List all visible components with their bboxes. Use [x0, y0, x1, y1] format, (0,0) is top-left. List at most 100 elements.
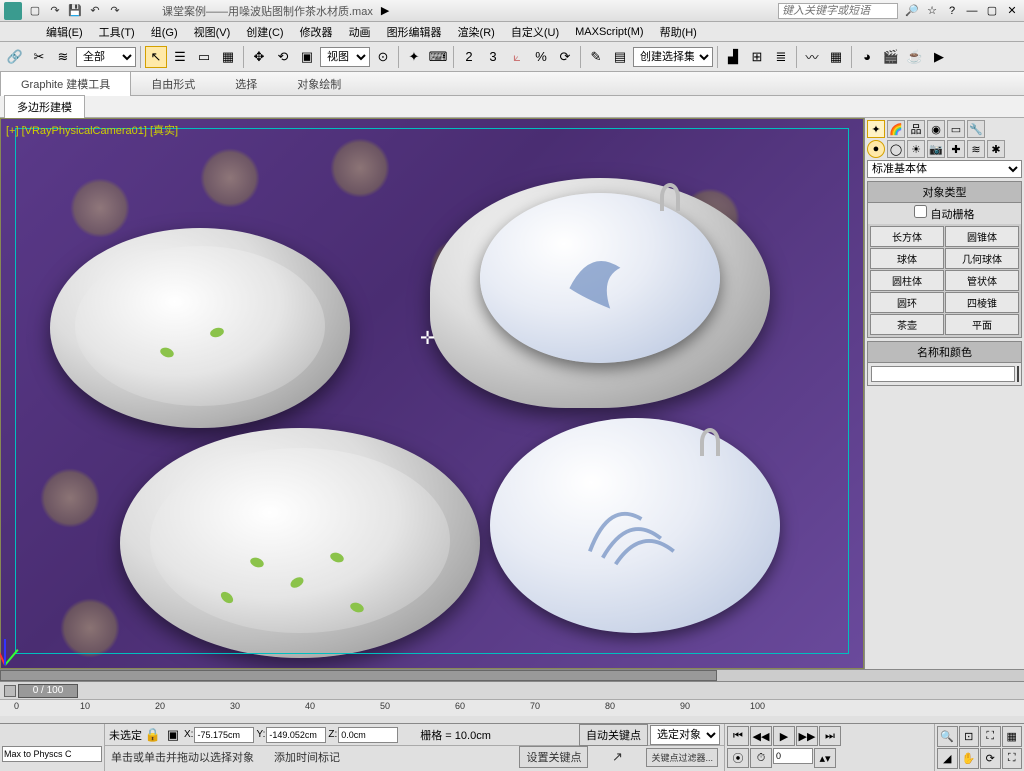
timeline-toggle-icon[interactable] [4, 685, 16, 697]
teapot-button[interactable]: 茶壶 [870, 314, 944, 335]
sphere-button[interactable]: 球体 [870, 248, 944, 269]
time-tag-prompt[interactable]: 添加时间标记 [274, 749, 340, 765]
select-by-name-icon[interactable]: ☰ [169, 46, 191, 68]
unlink-icon[interactable]: ✂ [28, 46, 50, 68]
ribbon-tab-freeform[interactable]: 自由形式 [131, 72, 215, 96]
viewport[interactable]: [+] [VRayPhysicalCamera01] [真实] ✛ [0, 118, 864, 669]
layers-icon[interactable]: ≣ [770, 46, 792, 68]
shapes-icon[interactable]: ◯ [887, 140, 905, 158]
play-icon[interactable]: ▶ [381, 4, 389, 17]
helpers-icon[interactable]: ✚ [947, 140, 965, 158]
play-anim-icon[interactable]: ▶ [773, 726, 795, 746]
select-object-icon[interactable]: ↖ [145, 46, 167, 68]
coord-z-input[interactable] [338, 727, 398, 743]
viewport-label[interactable]: [+] [VRayPhysicalCamera01] [真实] [6, 122, 178, 138]
orbit-icon[interactable]: ⟳ [980, 748, 1001, 769]
help-search-input[interactable] [778, 3, 898, 19]
new-file-icon[interactable]: ▢ [28, 4, 42, 18]
ref-coord-select[interactable]: 视图 [320, 47, 370, 67]
autogrid-checkbox[interactable]: 自动栅格 [867, 203, 1022, 224]
spacewarps-icon[interactable]: ≋ [967, 140, 985, 158]
object-type-rollout[interactable]: 对象类型 [867, 181, 1022, 203]
systems-icon[interactable]: ✱ [987, 140, 1005, 158]
named-sel-sets-icon[interactable]: ▤ [609, 46, 631, 68]
zoom-icon[interactable]: 🔍 [937, 726, 958, 747]
edit-named-sel-icon[interactable]: ✎ [585, 46, 607, 68]
primitive-category-select[interactable]: 标准基本体 [867, 160, 1022, 178]
coord-x-input[interactable] [194, 727, 254, 743]
zoom-extents-icon[interactable]: ⛶ [980, 726, 1001, 747]
render-frame-icon[interactable]: ☕ [904, 46, 926, 68]
select-region-icon[interactable]: ▭ [193, 46, 215, 68]
use-center-icon[interactable]: ⊙ [372, 46, 394, 68]
percent-snap-icon[interactable]: % [530, 46, 552, 68]
menu-group[interactable]: 组(G) [145, 22, 184, 42]
geometry-icon[interactable]: ● [867, 140, 885, 158]
ribbon-tab-paint[interactable]: 对象绘制 [277, 72, 361, 96]
menu-render[interactable]: 渲染(R) [452, 22, 501, 42]
goto-end-icon[interactable]: ⏭ [819, 726, 841, 746]
mirror-icon[interactable]: ▟ [722, 46, 744, 68]
tube-button[interactable]: 管状体 [945, 270, 1019, 291]
zoom-all-icon[interactable]: ⊡ [959, 726, 980, 747]
window-crossing-icon[interactable]: ▦ [217, 46, 239, 68]
menu-tools[interactable]: 工具(T) [93, 22, 141, 42]
menu-graph[interactable]: 图形编辑器 [381, 22, 448, 42]
time-config-icon[interactable]: ⏱ [750, 748, 772, 768]
pyramid-button[interactable]: 四棱锥 [945, 292, 1019, 313]
ribbon-tab-selection[interactable]: 选择 [215, 72, 277, 96]
open-file-icon[interactable]: ↷ [48, 4, 62, 18]
fov-icon[interactable]: ◢ [937, 748, 958, 769]
hierarchy-panel-icon[interactable]: 品 [907, 120, 925, 138]
spinner-snap-icon[interactable]: ⟳ [554, 46, 576, 68]
render-icon[interactable]: ▶ [928, 46, 950, 68]
rotate-icon[interactable]: ⟲ [272, 46, 294, 68]
align-icon[interactable]: ⊞ [746, 46, 768, 68]
maxscript-listener[interactable] [2, 746, 102, 762]
object-color-swatch[interactable] [1017, 366, 1019, 382]
time-slider[interactable]: 0 / 100 [18, 684, 78, 698]
cylinder-button[interactable]: 圆柱体 [870, 270, 944, 291]
material-editor-icon[interactable]: ◕ [856, 46, 878, 68]
move-icon[interactable]: ✥ [248, 46, 270, 68]
save-file-icon[interactable]: 💾 [68, 4, 82, 18]
favorite-icon[interactable]: ☆ [924, 4, 940, 18]
lights-icon[interactable]: ☀ [907, 140, 925, 158]
object-name-input[interactable] [871, 366, 1015, 382]
minimize-icon[interactable]: — [964, 4, 980, 18]
utilities-panel-icon[interactable]: 🔧 [967, 120, 985, 138]
setkey-button[interactable]: 设置关键点 [519, 746, 588, 768]
display-panel-icon[interactable]: ▭ [947, 120, 965, 138]
schematic-view-icon[interactable]: ▦ [825, 46, 847, 68]
search-icon[interactable]: 🔎 [904, 4, 920, 18]
coord-y-input[interactable] [266, 727, 326, 743]
cameras-icon[interactable]: 📷 [927, 140, 945, 158]
selection-filter-select[interactable]: 全部 [76, 47, 136, 67]
pan-icon[interactable]: ✋ [959, 748, 980, 769]
key-mode-icon[interactable]: ↗ [608, 749, 626, 765]
menu-create[interactable]: 创建(C) [240, 22, 289, 42]
geosphere-button[interactable]: 几何球体 [945, 248, 1019, 269]
link-icon[interactable]: 🔗 [4, 46, 26, 68]
name-color-rollout[interactable]: 名称和颜色 [867, 341, 1022, 363]
key-mode-toggle-icon[interactable]: ⦿ [727, 748, 749, 768]
scale-icon[interactable]: ▣ [296, 46, 318, 68]
zoom-extents-all-icon[interactable]: ▦ [1002, 726, 1023, 747]
menu-views[interactable]: 视图(V) [188, 22, 237, 42]
snap-2d-icon[interactable]: 2 [458, 46, 480, 68]
ribbon-tab-graphite[interactable]: Graphite 建模工具 [0, 71, 131, 96]
viewport-scrollbar[interactable] [0, 669, 1024, 681]
help-icon[interactable]: ? [944, 4, 960, 18]
modify-panel-icon[interactable]: 🌈 [887, 120, 905, 138]
box-button[interactable]: 长方体 [870, 226, 944, 247]
named-selection-select[interactable]: 创建选择集 [633, 47, 713, 67]
plane-button[interactable]: 平面 [945, 314, 1019, 335]
next-frame-icon[interactable]: ▶▶ [796, 726, 818, 746]
isolate-icon[interactable]: ▣ [164, 727, 182, 743]
goto-start-icon[interactable]: ⏮ [727, 726, 749, 746]
frame-spinner-icon[interactable]: ▴▾ [814, 748, 836, 768]
max-toggle-icon[interactable]: ⛶ [1002, 748, 1023, 769]
menu-help[interactable]: 帮助(H) [654, 22, 703, 42]
motion-panel-icon[interactable]: ◉ [927, 120, 945, 138]
maximize-icon[interactable]: ▢ [984, 4, 1000, 18]
